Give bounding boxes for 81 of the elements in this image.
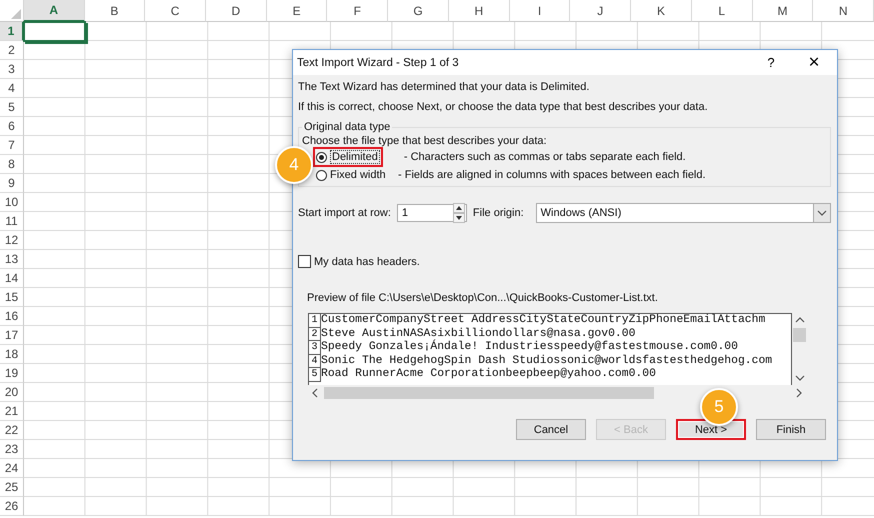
row-header[interactable]: 3 [0,60,24,79]
scroll-left-icon [312,388,318,398]
headers-checkbox[interactable]: My data has headers. [298,255,831,268]
column-header[interactable]: N [813,0,874,22]
row-header[interactable]: 5 [0,98,24,117]
preview-line: CustomerCompanyStreet AddressCityStateCountryZipPhoneEmailAttachm [321,314,766,328]
row-header[interactable]: 15 [0,288,24,307]
info-text: The Text Wizard has determined that your data is Delimited. [298,81,590,94]
step-callout: 4 [275,146,313,184]
row-header[interactable]: 17 [0,326,24,345]
preview-line: Speedy Gonzales¡Ándale! Industriesspeedy@fastestmouse.com0.00 [321,341,738,354]
select-all-corner[interactable] [0,0,24,22]
scrollbar-thumb[interactable] [324,387,654,399]
row-header[interactable]: 18 [0,345,24,364]
preview-line: Road RunnerAcme Corporationbeepbeep@yahoo.com0.00 [321,368,656,382]
radio-option[interactable]: Fixed width [316,169,398,181]
row-header[interactable]: 20 [0,383,24,402]
row-header[interactable]: 23 [0,440,24,459]
column-header[interactable]: B [84,0,146,22]
column-header[interactable]: E [266,0,328,22]
scroll-up-icon [794,317,805,323]
window-title: Text Import Wizard - Step 1 of 3 [297,56,460,68]
cell-cursor[interactable] [23,21,86,42]
line-number: 2 [309,328,321,341]
column-header[interactable]: C [145,0,206,22]
file-origin-dropdown[interactable]: Windows (ANSI) [536,203,831,223]
group-title: Original data type [303,121,392,133]
field-label: File origin: [472,207,524,219]
row-header[interactable]: 21 [0,402,24,421]
row-header[interactable]: 13 [0,250,24,269]
column-header[interactable]: L [692,0,753,22]
dialog-button[interactable]: Finish [756,419,826,440]
scrollbar-thumb[interactable] [793,328,806,342]
chevron-down-icon [817,210,827,216]
close-button[interactable]: × [791,50,837,75]
corner-triangle-icon [10,9,21,19]
column-header[interactable]: I [510,0,570,22]
column-header[interactable]: J [570,0,632,22]
row-header[interactable]: 14 [0,269,24,288]
row-header[interactable]: 26 [0,497,24,516]
row-header[interactable]: 1 [0,22,24,41]
row-header[interactable]: 22 [0,421,24,440]
column-header[interactable]: G [388,0,449,22]
spinner-arrows-icon [452,203,465,223]
row-header[interactable]: 7 [0,136,24,155]
row-header[interactable]: 19 [0,364,24,383]
preview-line: Steve AustinNASAsixbilliondollars@nasa.gov0.00 [321,328,636,340]
row-header[interactable]: 9 [0,174,24,193]
preview-label: Preview of file C:\Users\e\Desktop\Con...\QuickBooks-Customer-List.txt. [307,292,659,304]
prompt-text: Choose the file type that best describes your data: [302,135,548,148]
row-header[interactable]: 24 [0,459,24,478]
dialog-button[interactable]: Cancel [516,419,586,440]
column-header[interactable]: A [24,0,85,22]
info-text: If this is correct, choose Next, or choose the data type that best describes your data. [298,101,709,114]
line-number: 4 [309,354,321,368]
row-header[interactable]: 25 [0,478,24,497]
row-spinner[interactable]: 1 [396,204,467,222]
option-description: - Characters such as commas or tabs separate each field. [404,151,686,163]
line-number: 3 [309,341,321,354]
column-header[interactable]: M [752,0,814,22]
scroll-right-icon [796,388,802,398]
row-header[interactable]: 8 [0,155,24,174]
row-header[interactable]: 4 [0,79,24,98]
field-label: Start import at row: [298,207,391,219]
row-header[interactable]: 2 [0,41,24,60]
column-header[interactable]: F [327,0,388,22]
column-header[interactable]: K [631,0,692,22]
row-header[interactable]: 12 [0,231,24,250]
row-header[interactable]: 11 [0,212,24,231]
option-description: - Fields are aligned in columns with spaces between each field. [398,169,706,181]
scroll-down-icon [794,375,805,381]
line-number: 5 [309,368,321,382]
preview-line: Sonic The HedgehogSpin Dash Studiossonic@worldsfastesthedgehog.com [321,354,772,368]
column-header[interactable]: D [206,0,267,22]
line-number: 1 [309,314,321,328]
help-button[interactable]: ? [751,50,791,75]
row-header[interactable]: 6 [0,117,24,136]
row-header[interactable]: 16 [0,307,24,326]
column-header[interactable]: H [448,0,510,22]
dialog-button[interactable]: Next > [676,419,746,440]
row-header[interactable]: 10 [0,193,24,212]
